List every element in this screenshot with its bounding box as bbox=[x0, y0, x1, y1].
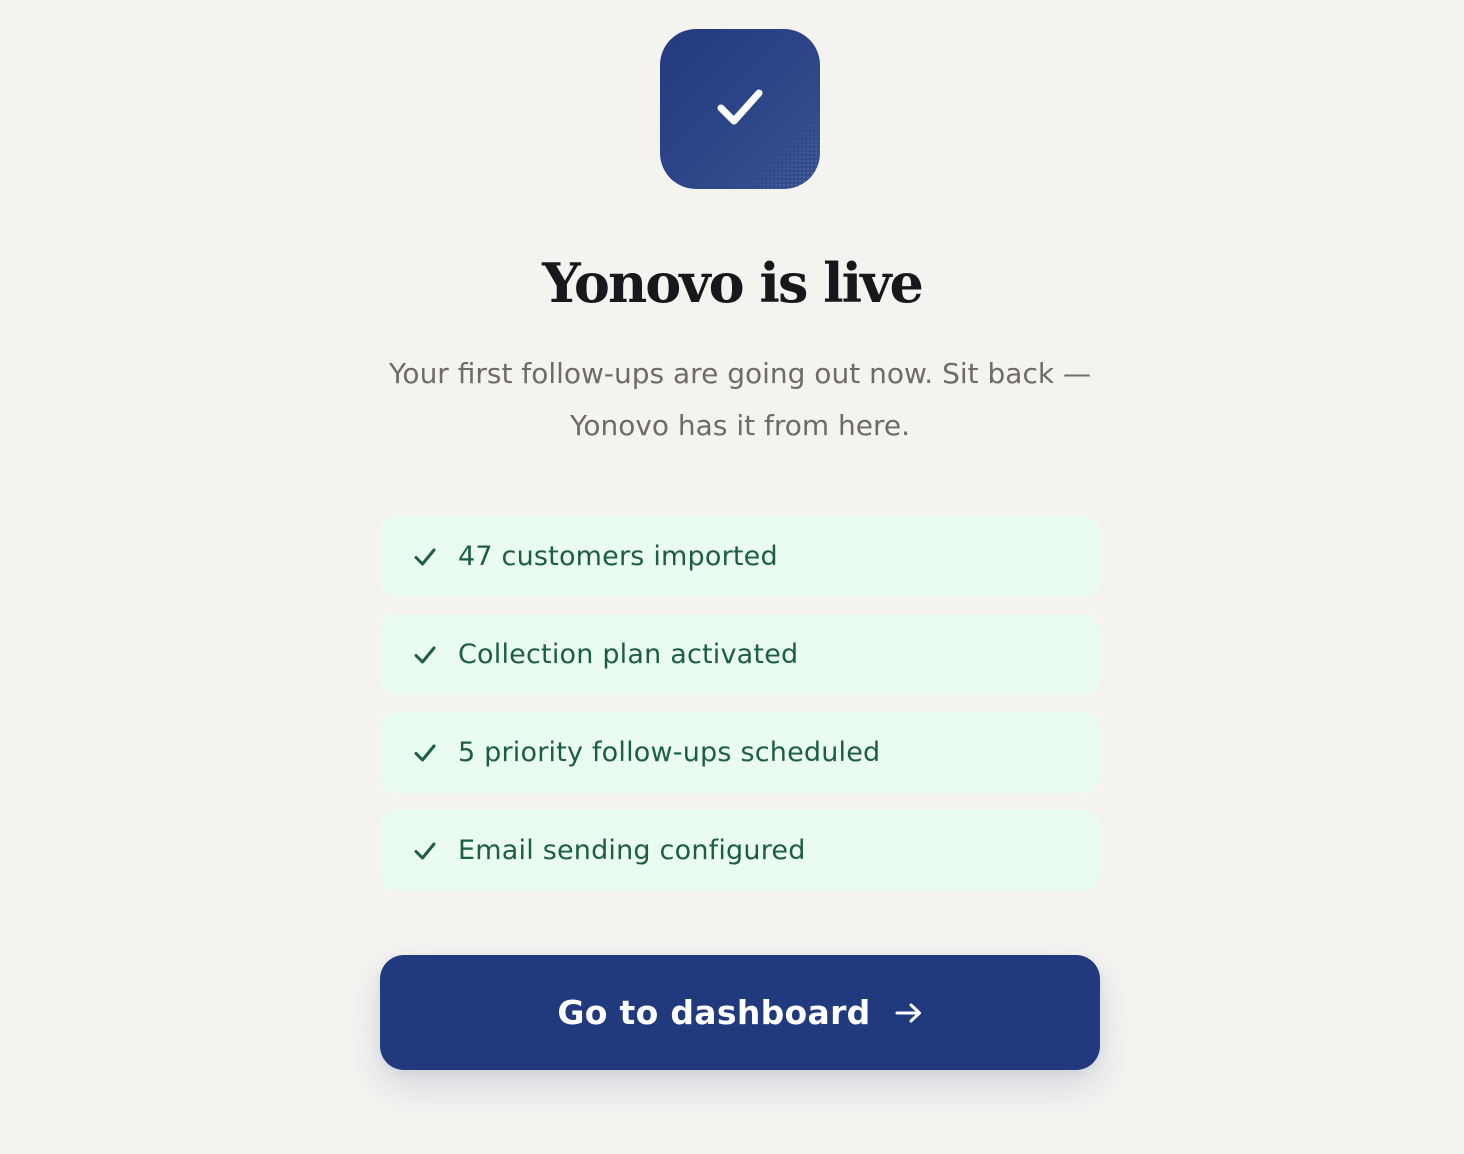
checklist-item-label: 47 customers imported bbox=[458, 541, 778, 572]
success-page: Yonovo is live Your first follow-ups are… bbox=[0, 0, 1464, 1154]
check-icon bbox=[414, 840, 436, 862]
checklist-item-plan-activated: Collection plan activated bbox=[380, 614, 1100, 695]
checklist-item-label: 5 priority follow-ups scheduled bbox=[458, 737, 881, 768]
go-to-dashboard-button[interactable]: Go to dashboard bbox=[380, 955, 1100, 1070]
page-subtitle: Your first follow-ups are going out now.… bbox=[389, 357, 1091, 442]
go-to-dashboard-label: Go to dashboard bbox=[557, 993, 871, 1032]
check-icon bbox=[414, 644, 436, 666]
check-icon bbox=[414, 742, 436, 764]
check-icon bbox=[712, 79, 768, 139]
checklist-item-followups-scheduled: 5 priority follow-ups scheduled bbox=[380, 712, 1100, 793]
arrow-right-icon bbox=[895, 1002, 923, 1024]
checklist-item-label: Email sending configured bbox=[458, 835, 806, 866]
checklist-item-email-configured: Email sending configured bbox=[380, 810, 1100, 891]
check-icon bbox=[414, 546, 436, 568]
checklist-item-label: Collection plan activated bbox=[458, 639, 799, 670]
page-title: Yonovo is live bbox=[542, 251, 924, 315]
setup-checklist: 47 customers imported Collection plan ac… bbox=[380, 516, 1100, 908]
success-badge bbox=[660, 29, 820, 189]
checklist-item-customers-imported: 47 customers imported bbox=[380, 516, 1100, 597]
